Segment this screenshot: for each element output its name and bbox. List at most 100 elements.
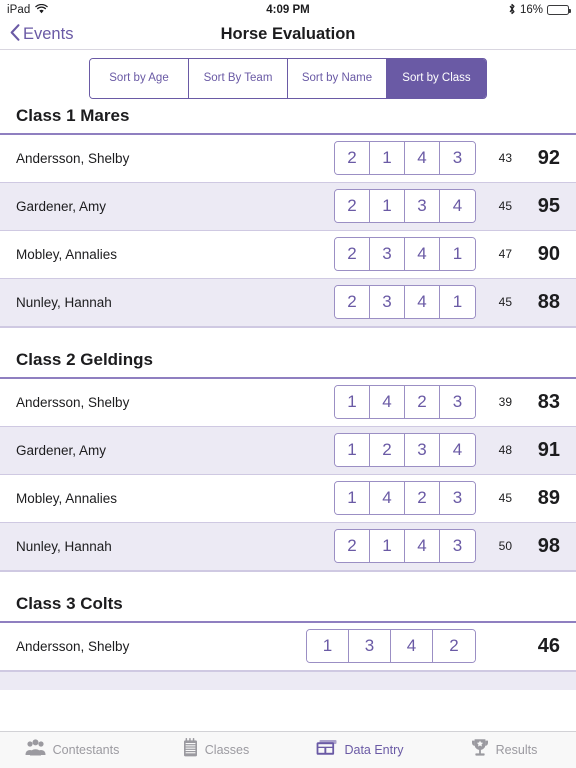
contestant-name: Mobley, Annalies xyxy=(16,490,118,506)
sort-option-0[interactable]: Sort by Age xyxy=(90,58,189,98)
app-screen: iPad 4:09 PM 16% Events Horse Evaluation… xyxy=(0,0,576,768)
placing-cell-3[interactable]: 1 xyxy=(440,286,475,318)
placing-cell-3[interactable]: 3 xyxy=(440,530,475,562)
contestant-name: Gardener, Amy xyxy=(16,198,107,214)
score-value: 88 xyxy=(537,290,560,313)
tab-data-entry[interactable]: Data Entry xyxy=(288,732,432,768)
back-button-label: Events xyxy=(23,25,74,43)
placing-cell-3[interactable]: 4 xyxy=(440,434,475,466)
section-title: Class 1 Mares xyxy=(16,106,130,125)
placing-cell-2[interactable]: 2 xyxy=(405,482,440,514)
placings-group[interactable]: 2341 xyxy=(334,285,476,319)
device-name: iPad xyxy=(7,4,31,16)
chevron-left-icon xyxy=(10,23,20,46)
score-value: 95 xyxy=(537,194,560,217)
placing-cell-2[interactable]: 4 xyxy=(405,238,440,270)
evaluation-list: Class 1 Mares Andersson, Shelby 2 1 4 3 43 92 Ga… xyxy=(0,106,576,731)
tab-contestants[interactable]: Contestants xyxy=(0,732,144,768)
placing-cell-0[interactable]: 1 xyxy=(335,386,370,418)
tab-results[interactable]: Results xyxy=(432,732,576,768)
placing-cell-3[interactable]: 1 xyxy=(440,238,475,270)
navigation-bar: Events Horse Evaluation xyxy=(0,20,576,50)
placing-cell-2[interactable]: 4 xyxy=(405,530,440,562)
placing-cell-1[interactable]: 3 xyxy=(349,630,391,662)
grid-form-icon xyxy=(316,739,337,761)
placing-cell-2[interactable]: 4 xyxy=(391,630,433,662)
placing-cell-1[interactable]: 1 xyxy=(370,142,405,174)
score-value: 46 xyxy=(537,634,560,657)
placings-group[interactable]: 2143 xyxy=(334,529,476,563)
tab-bar: Contestants Classes Data Entry Results xyxy=(0,731,576,768)
placing-cell-0[interactable]: 1 xyxy=(307,630,349,662)
sort-option-1[interactable]: Sort By Team xyxy=(189,58,288,98)
placing-cell-0[interactable]: 2 xyxy=(335,530,370,562)
wifi-icon xyxy=(35,3,49,17)
placing-cell-2[interactable]: 4 xyxy=(405,286,440,318)
placings-group[interactable]: 1342 xyxy=(306,629,476,663)
placing-cell-2[interactable]: 3 xyxy=(405,190,440,222)
table-row[interactable]: Nunley, Hannah 2 1 4 3 50 98 xyxy=(0,522,576,571)
table-row[interactable]: Nunley, Hannah 2 3 4 1 45 88 xyxy=(0,278,576,327)
placing-cell-1[interactable]: 3 xyxy=(370,238,405,270)
score-value: 91 xyxy=(537,438,560,461)
placing-cell-2[interactable]: 4 xyxy=(405,142,440,174)
placing-cell-3[interactable]: 2 xyxy=(433,630,475,662)
table-row[interactable]: Andersson, Shelby 1 3 4 2 46 xyxy=(0,622,576,671)
table-row-partial[interactable] xyxy=(0,672,576,690)
section-header: Class 3 Colts xyxy=(0,594,576,621)
section-title: Class 2 Geldings xyxy=(16,350,153,369)
placing-cell-0[interactable]: 1 xyxy=(335,434,370,466)
sort-segmented-control[interactable]: Sort by Age Sort By Team Sort by Name Sort … xyxy=(89,57,487,99)
age-value: 45 xyxy=(498,199,512,213)
table-row[interactable]: Andersson, Shelby 2 1 4 3 43 92 xyxy=(0,134,576,183)
placing-cell-0[interactable]: 2 xyxy=(335,142,370,174)
placing-cell-1[interactable]: 1 xyxy=(370,190,405,222)
back-button[interactable]: Events xyxy=(10,23,74,46)
tab-label: Classes xyxy=(204,743,250,757)
placings-group[interactable]: 2143 xyxy=(334,141,476,175)
placing-cell-0[interactable]: 2 xyxy=(335,286,370,318)
age-value: 47 xyxy=(498,247,512,261)
table-row[interactable]: Gardener, Amy 1 2 3 4 48 91 xyxy=(0,426,576,475)
age-value: 50 xyxy=(498,539,512,553)
placings-group[interactable]: 1234 xyxy=(334,433,476,467)
table-row[interactable]: Andersson, Shelby 1 4 2 3 39 83 xyxy=(0,378,576,427)
placing-cell-0[interactable]: 1 xyxy=(335,482,370,514)
placing-cell-1[interactable]: 2 xyxy=(370,434,405,466)
table-row[interactable]: Mobley, Annalies 1 4 2 3 45 89 xyxy=(0,474,576,523)
placings-group[interactable]: 2341 xyxy=(334,237,476,271)
placing-cell-1[interactable]: 4 xyxy=(370,386,405,418)
contestant-name: Gardener, Amy xyxy=(16,442,107,458)
notepad-icon xyxy=(183,738,198,762)
placing-cell-1[interactable]: 1 xyxy=(370,530,405,562)
placing-cell-0[interactable]: 2 xyxy=(335,190,370,222)
section-header: Class 2 Geldings xyxy=(0,350,576,377)
contestant-name: Andersson, Shelby xyxy=(16,638,130,654)
section-title: Class 3 Colts xyxy=(16,594,123,613)
placings-group[interactable]: 1423 xyxy=(334,385,476,419)
sort-option-3[interactable]: Sort by Class xyxy=(387,58,486,98)
placing-cell-2[interactable]: 2 xyxy=(405,386,440,418)
placings-group[interactable]: 1423 xyxy=(334,481,476,515)
table-row[interactable]: Gardener, Amy 2 1 3 4 45 95 xyxy=(0,182,576,231)
placing-cell-1[interactable]: 3 xyxy=(370,286,405,318)
contestant-name: Nunley, Hannah xyxy=(16,538,112,554)
placing-cell-1[interactable]: 4 xyxy=(370,482,405,514)
sort-option-2[interactable]: Sort by Name xyxy=(288,58,387,98)
placing-cell-3[interactable]: 4 xyxy=(440,190,475,222)
placing-cell-0[interactable]: 2 xyxy=(335,238,370,270)
tab-classes[interactable]: Classes xyxy=(144,732,288,768)
placings-group[interactable]: 2134 xyxy=(334,189,476,223)
contestant-name: Mobley, Annalies xyxy=(16,246,118,262)
tab-label: Results xyxy=(495,743,538,757)
placing-cell-2[interactable]: 3 xyxy=(405,434,440,466)
tab-label: Contestants xyxy=(52,743,120,757)
placing-cell-3[interactable]: 3 xyxy=(440,482,475,514)
age-value: 39 xyxy=(498,395,512,409)
placing-cell-3[interactable]: 3 xyxy=(440,142,475,174)
placing-cell-3[interactable]: 3 xyxy=(440,386,475,418)
table-row[interactable]: Mobley, Annalies 2 3 4 1 47 90 xyxy=(0,230,576,279)
age-value: 45 xyxy=(498,295,512,309)
